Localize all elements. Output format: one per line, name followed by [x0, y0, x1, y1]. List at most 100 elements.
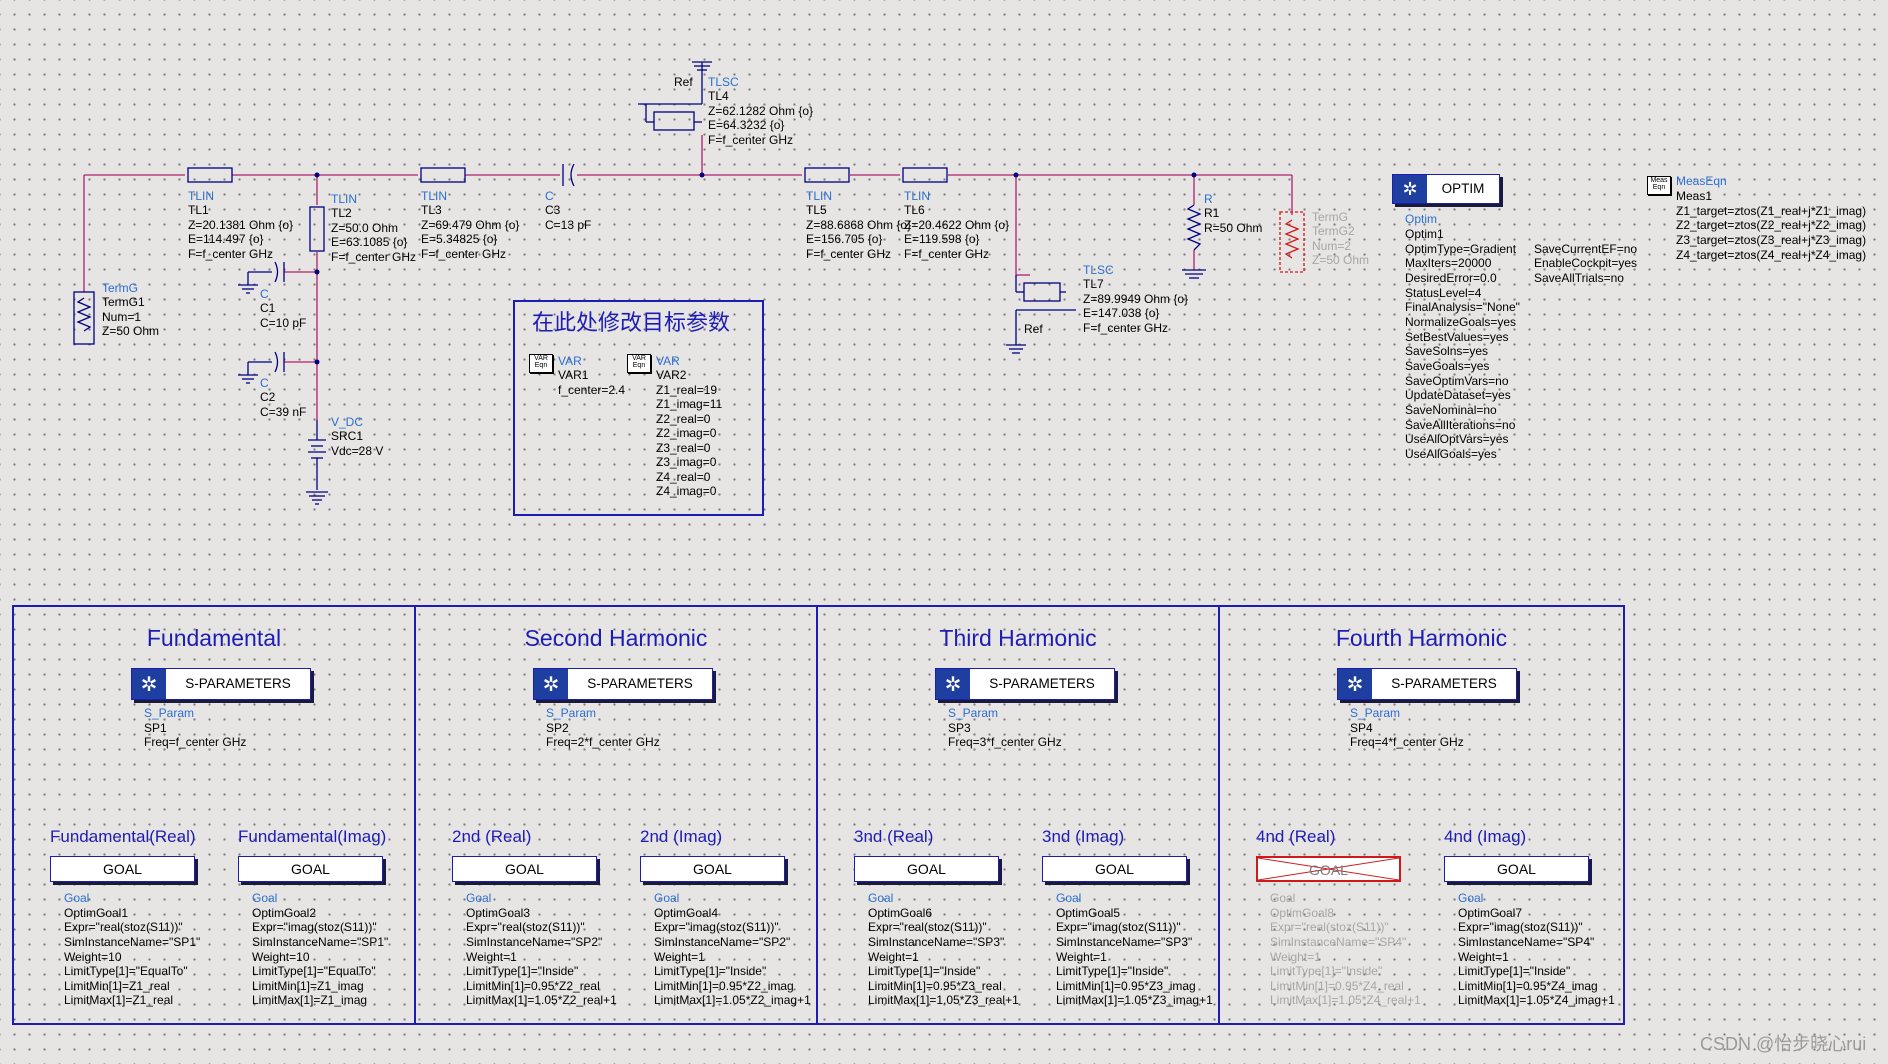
goal-type: Goal — [868, 891, 894, 905]
tl3-z: Z=69.479 Ohm {o} — [421, 218, 520, 232]
tl5-name: TL5 — [806, 203, 827, 217]
goal-param: SimInstanceName="SP4" — [1458, 935, 1595, 949]
tl5-f: F=f_center GHz — [806, 247, 892, 261]
goal-button[interactable]: GOAL — [50, 856, 195, 882]
goal-param: Expr="imag(stoz(S11))" — [654, 920, 779, 934]
optim-param: SetBestValues=yes — [1405, 330, 1509, 344]
termg1-name: TermG1 — [102, 295, 145, 309]
c2-type: C — [260, 376, 269, 390]
optim-param: DesiredError=0.0 — [1405, 271, 1497, 285]
goal-param: Weight=1 — [654, 950, 705, 964]
goal-param: Weight=1 — [1458, 950, 1509, 964]
tl3-type: TLIN — [421, 189, 448, 203]
tl6-name: TL6 — [904, 203, 925, 217]
goal-button[interactable]: GOAL — [640, 856, 785, 882]
sp-name: SP4 — [1350, 721, 1373, 735]
goal-param: SimInstanceName="SP3" — [868, 935, 1005, 949]
goal-param: LimitMin[1]=0.95*Z2_real — [466, 979, 600, 993]
sp-name: SP1 — [144, 721, 167, 735]
measeqn-line: Z4_target=ztos(Z4_real+j*Z4_imag) — [1676, 248, 1867, 262]
s-parameters-label: S-PARAMETERS — [587, 676, 693, 691]
var2-icon[interactable]: VAR Eqn — [627, 354, 651, 373]
var2-type: VAR — [656, 354, 680, 368]
var2-line: Z3_imag=0 — [656, 455, 717, 469]
tl4-type: TLSC — [708, 75, 739, 89]
goal-button-disabled[interactable]: GOAL — [1256, 856, 1401, 882]
optim-param: UseAllOptVars=yes — [1405, 432, 1509, 446]
tl6-z: Z=20.4622 Ohm {o} — [904, 218, 1010, 232]
goal-title: 2nd (Real) — [452, 827, 532, 846]
tl3-name: TL3 — [421, 203, 442, 217]
termg1-num: Num=1 — [102, 310, 142, 324]
goal-param: Weight=1 — [466, 950, 517, 964]
optim-button[interactable]: ✲ OPTIM — [1392, 174, 1500, 204]
goal-name: OptimGoal3 — [466, 906, 531, 920]
goal-title: 2nd (Imag) — [640, 827, 723, 846]
goal-param: SimInstanceName="SP1" — [252, 935, 389, 949]
goal-name: OptimGoal1 — [64, 906, 129, 920]
tl2-f: F=f_center GHz — [331, 250, 417, 264]
tl7-name: TL7 — [1083, 277, 1104, 291]
goal-param: LimitMin[1]=0.95*Z2_imag — [654, 979, 794, 993]
s-parameters-button[interactable]: ✲ S-PARAMETERS — [1337, 668, 1517, 700]
simulation-icon: ✲ — [132, 669, 166, 699]
optim-param: SaveCurrentEF=no — [1534, 242, 1638, 256]
optim-name: Optim1 — [1405, 227, 1444, 241]
optim-param: StatusLevel=4 — [1405, 286, 1482, 300]
goal-param: LimitMax[1]=Z1_real — [64, 993, 174, 1007]
s-parameters-label: S-PARAMETERS — [989, 676, 1095, 691]
varbox-title: 在此处修改目标参数 — [532, 310, 731, 335]
c2-name: C2 — [260, 390, 276, 404]
panel-title: Third Harmonic — [939, 625, 1097, 651]
tl1-name: TL1 — [188, 203, 209, 217]
s-parameters-button[interactable]: ✲ S-PARAMETERS — [935, 668, 1115, 700]
measeqn-line: Z1_target=ztos(Z1_real+j*Z1_imag) — [1676, 204, 1867, 218]
var1-icon[interactable]: VAR Eqn — [529, 354, 553, 373]
c3-value: C=13 pF — [545, 218, 592, 232]
optim-param: FinalAnalysis="None" — [1405, 300, 1520, 314]
goal-name: OptimGoal4 — [654, 906, 719, 920]
optim-button-label: OPTIM — [1441, 181, 1485, 196]
goal-title: 4nd (Real) — [1256, 827, 1336, 846]
sp-freq: Freq=2*f_center GHz — [546, 735, 660, 749]
sp-freq: Freq=3*f_center GHz — [948, 735, 1062, 749]
goal-button[interactable]: GOAL — [854, 856, 999, 882]
goal-button[interactable]: GOAL — [452, 856, 597, 882]
sp-type: S_Param — [1350, 706, 1401, 720]
panel-third-harmonic: Third Harmonic ✲ S-PARAMETERS S_Param SP… — [816, 605, 1220, 1025]
s-parameters-button[interactable]: ✲ S-PARAMETERS — [131, 668, 311, 700]
tl2-name: TL2 — [331, 206, 352, 220]
optim-param: UseAllGoals=yes — [1405, 447, 1497, 461]
c3-name: C3 — [545, 203, 561, 217]
measeqn-icon[interactable]: Meas Eqn — [1647, 176, 1671, 195]
var2-line: Z4_imag=0 — [656, 484, 717, 498]
tl6-e: E=119.598 {o} — [904, 232, 980, 246]
goal-button[interactable]: GOAL — [238, 856, 383, 882]
tl1-e: E=114.497 {o} — [188, 232, 264, 246]
s-parameters-button[interactable]: ✲ S-PARAMETERS — [533, 668, 713, 700]
s-parameters-label: S-PARAMETERS — [1391, 676, 1497, 691]
goal-param: SimInstanceName="SP4" — [1270, 935, 1407, 949]
var2-line: Z1_real=19 — [656, 383, 718, 397]
sp-type: S_Param — [144, 706, 195, 720]
optim-param: OptimType=Gradient — [1405, 242, 1517, 256]
optim-param: SaveSolns=yes — [1405, 344, 1489, 358]
sp-type: S_Param — [546, 706, 597, 720]
goal-param: LimitMax[1]=1.05*Z2_real+1 — [466, 993, 617, 1007]
goal-param: LimitType[1]="EqualTo" — [252, 964, 376, 978]
simulation-icon: ✲ — [1338, 669, 1372, 699]
var2-name: VAR2 — [656, 368, 687, 382]
goal-param: Expr="imag(stoz(S11))" — [252, 920, 377, 934]
goal-param: LimitType[1]="Inside" — [466, 964, 579, 978]
target-parameters-box: 在此处修改目标参数 VAR Eqn VAR VAR1 f_center=2.4 … — [513, 300, 764, 516]
c3-type: C — [545, 189, 554, 203]
goal-button[interactable]: GOAL — [1042, 856, 1187, 882]
tl7-f: F=f_center GHz — [1083, 321, 1169, 335]
sp-name: SP3 — [948, 721, 971, 735]
goal-button[interactable]: GOAL — [1444, 856, 1589, 882]
panel-title: Fundamental — [146, 625, 282, 651]
optim-param: SaveNominal=no — [1405, 403, 1497, 417]
tl2-e: E=63.1085 {o} — [331, 235, 408, 249]
watermark: CSDN @怡步晓心rui — [1700, 1034, 1867, 1054]
goal-name: OptimGoal2 — [252, 906, 317, 920]
